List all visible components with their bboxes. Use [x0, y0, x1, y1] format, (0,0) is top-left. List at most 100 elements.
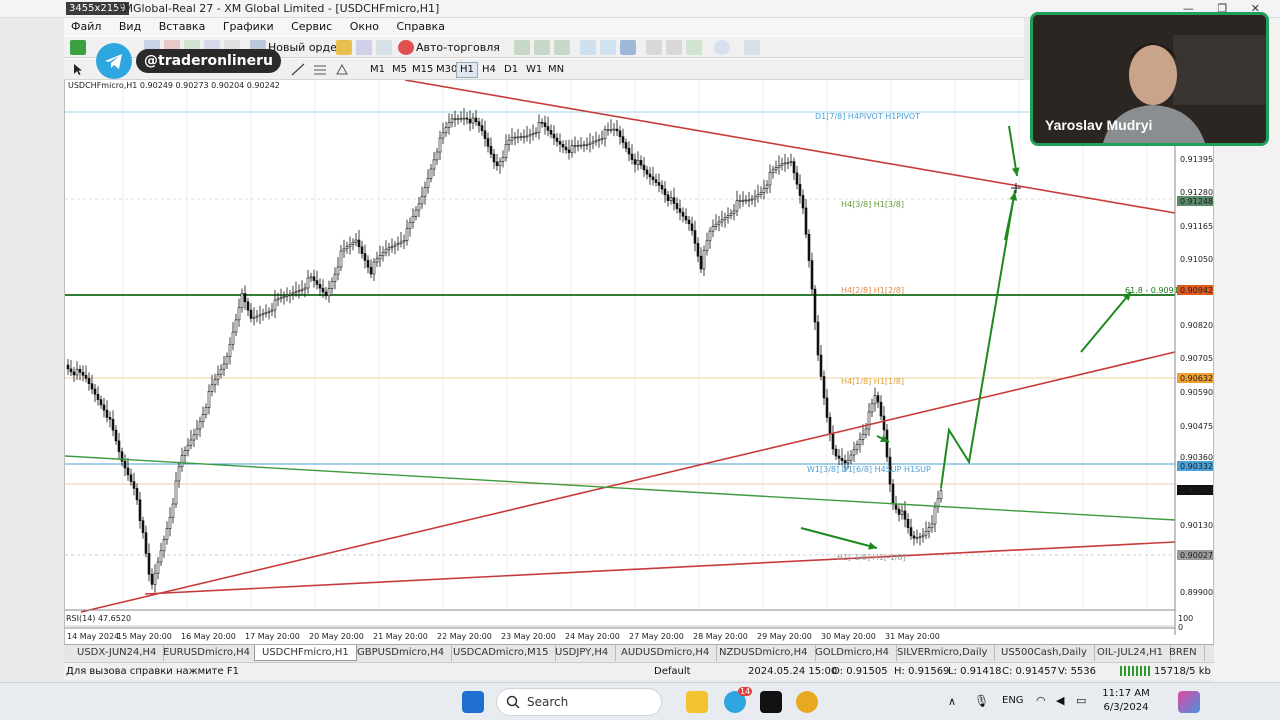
candle-body	[396, 243, 400, 246]
candle-body	[162, 539, 166, 552]
timeframe-m1[interactable]: M1	[366, 62, 389, 78]
chart-tab[interactable]: USDX-JUN24,H4	[70, 645, 165, 661]
tray-chevron-icon[interactable]: ∧	[948, 695, 956, 708]
timeframe-h4[interactable]: H4	[478, 62, 500, 78]
zoom-out-icon[interactable]	[600, 40, 616, 55]
candle-body	[834, 448, 838, 457]
candle-body	[315, 280, 319, 285]
timeframe-mn[interactable]: MN	[544, 62, 568, 78]
templates-icon[interactable]	[744, 40, 760, 55]
taskbar-search[interactable]: Search	[496, 688, 662, 716]
menu-window[interactable]: Окно	[343, 18, 386, 36]
chart-tab[interactable]: OIL-JUL24,H1	[1090, 645, 1172, 661]
telegram-badge: 14	[738, 687, 753, 696]
autoscroll-icon[interactable]	[666, 40, 682, 55]
chart-tab[interactable]: GBPUSDmicro,H4	[350, 645, 453, 661]
chrome-icon[interactable]	[796, 691, 818, 713]
microphone-icon[interactable]: 🎙	[974, 694, 989, 708]
new-order-button[interactable]: Новый ордер	[268, 41, 344, 54]
price-chart[interactable]: D1[7/8] H4PIVOT H1PIVOT H4[3/8] H1[3/8] H4…	[64, 80, 1214, 644]
chart-tab[interactable]: EURUSDmicro,H4	[156, 645, 259, 661]
time-tick-label: 20 May 20:00	[309, 632, 364, 641]
status-volume: V: 5536	[1058, 666, 1097, 677]
bar-chart-icon[interactable]	[514, 40, 530, 55]
menu-view[interactable]: Вид	[112, 18, 148, 36]
chart-shift-icon[interactable]	[646, 40, 662, 55]
candle-body	[879, 401, 883, 417]
candle-body	[177, 466, 181, 482]
auto-trading-button[interactable]: Авто-торговля	[416, 41, 500, 54]
arrow-to-support	[800, 527, 878, 549]
candle-body	[573, 145, 577, 147]
chart-canvas[interactable]: D1[7/8] H4PIVOT H1PIVOT H4[3/8] H1[3/8] H4…	[65, 80, 1215, 644]
fibonacci-icon[interactable]	[312, 62, 328, 77]
chart-tab[interactable]: USDCADmicro,M15	[446, 645, 557, 661]
options-icon[interactable]	[356, 40, 372, 55]
chart-tab[interactable]: GOLDmicro,H4	[808, 645, 897, 661]
chart-tab[interactable]: USDCHFmicro,H1	[254, 645, 357, 661]
zoom-in-icon[interactable]	[580, 40, 596, 55]
menu-charts[interactable]: Графики	[216, 18, 281, 36]
trendline-icon[interactable]	[290, 62, 306, 77]
menu-file[interactable]: Файл	[64, 18, 108, 36]
menu-tools[interactable]: Сервис	[284, 18, 339, 36]
chart-tab[interactable]: USDJPY,H4	[548, 645, 617, 661]
candle-body	[648, 173, 652, 178]
time-tick-label: 21 May 20:00	[373, 632, 428, 641]
file-explorer-icon[interactable]	[686, 691, 708, 713]
candle-body	[303, 287, 307, 290]
wifi-icon[interactable]: ◠	[1036, 694, 1046, 707]
chart-tab[interactable]: NZDUSDmicro,H4	[712, 645, 816, 661]
signals-icon[interactable]	[376, 40, 392, 55]
tile-windows-icon[interactable]	[620, 40, 636, 55]
auto-trading-icon[interactable]	[398, 40, 414, 55]
xm-app-icon[interactable]	[760, 691, 782, 713]
taskbar-clock[interactable]: 11:17 AM 6/3/2024	[1098, 687, 1154, 715]
candle-body	[747, 199, 751, 202]
timeframe-h1[interactable]: H1	[456, 62, 478, 78]
candle-body	[171, 503, 175, 518]
indicators-icon[interactable]	[686, 40, 702, 55]
chart-tab[interactable]: BREN	[1162, 645, 1205, 661]
candle-body	[657, 182, 661, 186]
metaeditor-icon[interactable]	[336, 40, 352, 55]
line-chart-icon[interactable]	[554, 40, 570, 55]
price-marker-label: 0.90332	[1180, 462, 1213, 471]
candle-body	[795, 172, 799, 185]
copilot-icon[interactable]	[1178, 691, 1200, 713]
candlestick-icon[interactable]	[534, 40, 550, 55]
battery-icon[interactable]: ▭	[1076, 694, 1086, 707]
new-chart-icon[interactable]	[70, 40, 86, 55]
taskbar: Search 14 ∧ 🎙 ENG ◠ ◀ ▭ 11:17 AM 6/3/202…	[0, 682, 1280, 720]
candle-body	[798, 183, 802, 196]
chart-tab[interactable]: AUDUSDmicro,H4	[614, 645, 718, 661]
candle-body	[564, 146, 568, 151]
candle-body	[357, 239, 361, 248]
candle-body	[681, 212, 685, 217]
shapes-icon[interactable]	[334, 62, 350, 77]
candle-body	[531, 133, 535, 136]
periods-icon[interactable]	[714, 40, 730, 55]
candle-body	[378, 255, 382, 260]
price-tick-label: 0.91395	[1180, 155, 1213, 164]
time-tick-label: 16 May 20:00	[181, 632, 236, 641]
candle-body	[210, 384, 214, 392]
menu-help[interactable]: Справка	[389, 18, 451, 36]
volume-icon[interactable]: ◀	[1056, 694, 1064, 707]
candle-body	[618, 130, 622, 137]
candle-body	[741, 199, 745, 202]
candle-body	[240, 293, 244, 308]
menu-insert[interactable]: Вставка	[152, 18, 213, 36]
candle-body	[234, 319, 238, 333]
chart-tab[interactable]: US500Cash,Daily	[994, 645, 1095, 661]
timeframe-w1[interactable]: W1	[522, 62, 546, 78]
cursor-icon[interactable]	[70, 62, 86, 77]
candle-body	[678, 208, 682, 213]
windows-start-icon[interactable]	[462, 691, 484, 713]
chart-tab[interactable]: SILVERmicro,Daily	[890, 645, 996, 661]
price-marker-label: 0.91248	[1180, 197, 1213, 206]
timeframe-d1[interactable]: D1	[500, 62, 522, 78]
language-indicator[interactable]: ENG	[1002, 695, 1024, 706]
candle-body	[510, 136, 514, 141]
candle-body	[84, 375, 88, 379]
